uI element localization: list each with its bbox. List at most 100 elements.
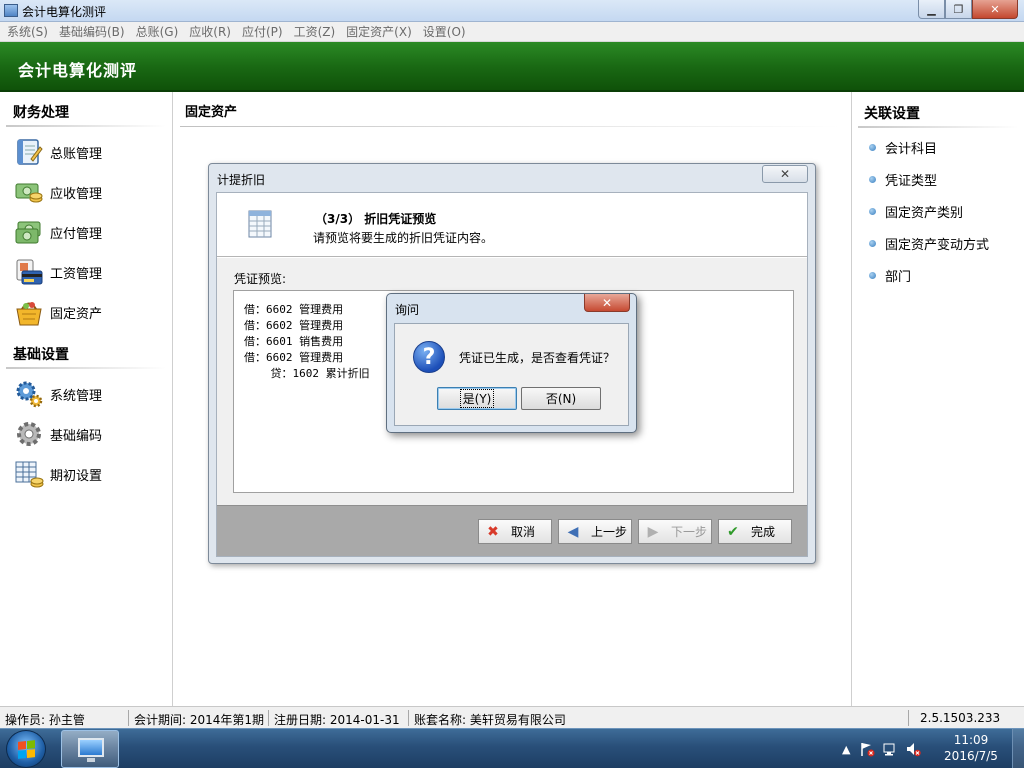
network-icon[interactable] (882, 741, 898, 757)
status-account-name: 账套名称: 美轩贸易有限公司 (414, 713, 566, 727)
right-links-panel: 关联设置 会计科目 凭证类型 固定资产类别 固定资产变动方式 部门 (851, 92, 1024, 706)
previous-step-button[interactable]: ◀ 上一步 (558, 519, 632, 544)
confirm-close-button[interactable]: ✕ (584, 294, 630, 312)
menu-payroll[interactable]: 工资(Z) (290, 23, 340, 40)
close-window-button[interactable]: ✕ (972, 0, 1018, 19)
menu-bar: 系统(S) 基础编码(B) 总账(G) 应收(R) 应付(P) 工资(Z) 固定… (0, 22, 1024, 42)
yes-button[interactable]: 是(Y) (437, 387, 517, 410)
menu-receivables[interactable]: 应收(R) (185, 23, 235, 40)
section-title-finance: 财务处理 (13, 105, 69, 121)
minimize-button[interactable]: ▁ (918, 0, 945, 19)
monitor-stand (87, 758, 95, 762)
nav-label: 固定资产 (50, 306, 103, 322)
gears-icon (14, 379, 44, 409)
app-header: 会计电算化测评 (0, 42, 1024, 92)
clock-time: 11:09 (953, 733, 989, 747)
status-separator (408, 710, 409, 726)
wizard-footer: ✖ 取消 ◀ 上一步 ▶ 下一步 ✔ 完成 (217, 505, 807, 556)
ledger-book-icon (14, 137, 44, 167)
volume-muted-icon[interactable] (905, 741, 922, 757)
link-asset-categories[interactable]: 固定资产类别 (869, 202, 963, 221)
preview-label: 凭证预览: (234, 272, 287, 286)
page-title: 固定资产 (185, 105, 238, 120)
next-step-button[interactable]: ▶ 下一步 (638, 519, 712, 544)
menu-payables[interactable]: 应付(P) (238, 23, 287, 40)
money-in-icon (14, 177, 44, 207)
wizard-step-title: （3/3） 折旧凭证预览 (315, 212, 437, 226)
link-label: 凭证类型 (885, 174, 938, 189)
payroll-card-icon (14, 257, 44, 287)
confirm-dialog: 询问 ✕ ? 凭证已生成，是否查看凭证？ 是(Y) 否(N) (386, 293, 637, 433)
bullet-icon (869, 144, 876, 151)
nav-item-general-ledger[interactable]: 总账管理 (14, 135, 164, 169)
nav-item-fixed-assets[interactable]: 固定资产 (14, 295, 164, 329)
app-window-icon (4, 4, 18, 17)
section-divider (858, 126, 1018, 128)
basket-icon (14, 297, 44, 327)
gear-icon (14, 419, 44, 449)
x-icon: ✖ (487, 523, 499, 540)
yes-label: 是(Y) (459, 389, 495, 408)
link-voucher-types[interactable]: 凭证类型 (869, 170, 937, 189)
menu-settings[interactable]: 设置(O) (419, 23, 470, 40)
menu-fixed-assets[interactable]: 固定资产(X) (342, 23, 416, 40)
status-register-date: 注册日期: 2014-01-31 (274, 713, 400, 727)
start-button[interactable] (6, 730, 46, 768)
right-arrow-icon: ▶ (647, 523, 659, 540)
nav-label: 应付管理 (50, 226, 103, 242)
confirm-dialog-body: ? 凭证已生成，是否查看凭证？ 是(Y) 否(N) (394, 323, 629, 426)
title-divider (180, 126, 840, 127)
voucher-line: 借：6602 管理费用 (244, 351, 344, 364)
voucher-line: 借：6601 销售费用 (244, 335, 344, 348)
app-header-title: 会计电算化测评 (18, 61, 138, 80)
cancel-button[interactable]: ✖ 取消 (478, 519, 552, 544)
wizard-header: （3/3） 折旧凭证预览 请预览将要生成的折旧凭证内容。 (217, 193, 807, 257)
nav-label: 工资管理 (50, 266, 103, 282)
nav-label: 系统管理 (50, 388, 103, 404)
bullet-icon (869, 176, 876, 183)
status-operator: 操作员: 孙主管 (5, 713, 85, 727)
nav-label: 总账管理 (50, 146, 103, 162)
bullet-icon (869, 240, 876, 247)
nav-label: 应收管理 (50, 186, 103, 202)
tray-expand-icon[interactable]: ▲ (842, 743, 850, 756)
section-title-related-settings: 关联设置 (864, 106, 920, 122)
show-desktop-button[interactable] (1012, 729, 1024, 768)
no-button[interactable]: 否(N) (521, 387, 601, 410)
action-center-flag-icon[interactable] (859, 741, 875, 757)
section-divider (6, 125, 166, 127)
left-nav-panel: 财务处理 总账管理 应收管理 应付管理 工资管理 固定资产 基础设置 系统管理 … (0, 92, 173, 706)
link-label: 部门 (885, 270, 912, 285)
no-label: 否(N) (545, 392, 577, 406)
finish-label: 完成 (751, 525, 776, 539)
taskbar-clock[interactable]: 11:09 2016/7/5 (935, 732, 1007, 764)
taskbar-app-button[interactable] (61, 730, 119, 768)
nav-item-payroll[interactable]: 工资管理 (14, 255, 164, 289)
nav-label: 基础编码 (50, 428, 103, 444)
menu-general-ledger[interactable]: 总账(G) (132, 23, 183, 40)
restore-button[interactable]: ❐ (945, 0, 972, 19)
nav-item-payables[interactable]: 应付管理 (14, 215, 164, 249)
windows-logo-icon (18, 740, 35, 759)
bullet-icon (869, 272, 876, 279)
link-label: 固定资产变动方式 (885, 238, 990, 253)
nav-label: 期初设置 (50, 468, 103, 484)
money-out-icon (14, 217, 44, 247)
clock-date: 2016/7/5 (944, 749, 998, 763)
link-accounting-subjects[interactable]: 会计科目 (869, 138, 937, 157)
wizard-close-button[interactable]: ✕ (762, 165, 808, 183)
finish-button[interactable]: ✔ 完成 (718, 519, 792, 544)
nav-item-basic-codes[interactable]: 基础编码 (14, 417, 164, 451)
nav-item-receivables[interactable]: 应收管理 (14, 175, 164, 209)
left-arrow-icon: ◀ (567, 523, 579, 540)
nav-item-opening-settings[interactable]: 期初设置 (14, 457, 164, 491)
menu-system[interactable]: 系统(S) (3, 23, 52, 40)
menu-basic-codes[interactable]: 基础编码(B) (55, 23, 129, 40)
voucher-line: 贷：1602 累计折旧 (244, 367, 370, 380)
window-title-bar[interactable]: 会计电算化测评 ▁ ❐ ✕ (0, 0, 1024, 22)
link-departments[interactable]: 部门 (869, 266, 911, 285)
link-asset-change-methods[interactable]: 固定资产变动方式 (869, 234, 989, 253)
section-title-basic-settings: 基础设置 (13, 347, 69, 363)
next-label: 下一步 (671, 525, 708, 539)
nav-item-system-management[interactable]: 系统管理 (14, 377, 164, 411)
